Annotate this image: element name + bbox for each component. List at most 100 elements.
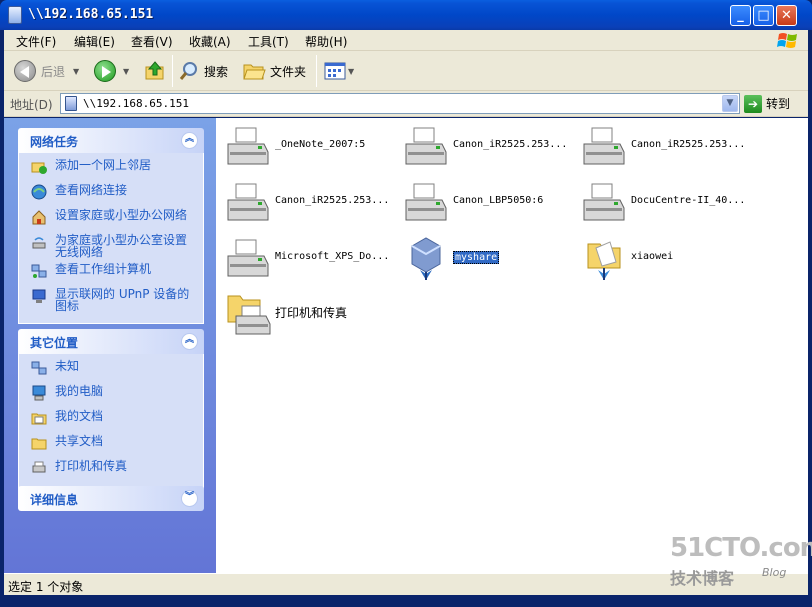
- address-dropdown-icon[interactable]: ▼: [722, 95, 738, 112]
- printer-icon: [405, 183, 447, 221]
- network-tasks-list: 添加一个网上邻居 查看网络连接 设置家庭或小型办公网络 为家庭或小型办公室设置无…: [18, 153, 204, 324]
- shared-documents-icon: [31, 438, 47, 450]
- place-printers[interactable]: 打印机和传真: [19, 460, 203, 480]
- network-icon: [31, 361, 47, 375]
- search-button[interactable]: 搜索: [178, 57, 228, 85]
- file-label-selected: myshare: [453, 251, 500, 264]
- task-view-workgroup[interactable]: 查看工作组计算机: [19, 263, 203, 283]
- back-dropdown-icon[interactable]: ▼: [73, 67, 79, 76]
- file-item-printers-folder[interactable]: 打印机和传真: [218, 286, 394, 340]
- printer-icon: [227, 239, 269, 277]
- folders-label: 文件夹: [270, 64, 307, 79]
- watermark-blog: Blog: [762, 566, 787, 579]
- task-label: 查看工作组计算机: [55, 262, 152, 276]
- file-item-printer[interactable]: Microsoft_XPS_Do...: [218, 230, 394, 284]
- file-item-printer[interactable]: DocuCentre-II_40...: [574, 174, 750, 228]
- place-shared-documents[interactable]: 共享文档: [19, 435, 203, 455]
- maximize-button[interactable]: □: [753, 5, 774, 26]
- window-bottom-edge: [0, 595, 812, 607]
- printer-icon: [227, 183, 269, 221]
- forward-button[interactable]: ▼: [94, 57, 129, 85]
- file-label: 打印机和传真: [275, 306, 348, 320]
- menu-favorites[interactable]: 收藏(A): [189, 33, 231, 50]
- explorer-window: \\192.168.65.151 _ □ ✕ 文件(F) 编辑(E) 查看(V)…: [0, 0, 812, 607]
- window-title: \\192.168.65.151: [28, 7, 154, 22]
- menu-view[interactable]: 查看(V): [131, 33, 173, 50]
- menu-help[interactable]: 帮助(H): [305, 33, 347, 50]
- menu-tools[interactable]: 工具(T): [248, 33, 289, 50]
- task-label: 为家庭或小型办公室设置无线网络: [55, 233, 188, 259]
- views-dropdown-icon[interactable]: ▼: [348, 67, 354, 76]
- menu-file[interactable]: 文件(F): [16, 33, 56, 50]
- folder-content: _OneNote_2007:5 Canon_iR2525.253... Cano…: [216, 118, 808, 573]
- file-item-share-selected[interactable]: myshare: [396, 230, 572, 284]
- network-connections-icon: [31, 184, 47, 200]
- place-my-documents[interactable]: 我的文档: [19, 410, 203, 430]
- close-button[interactable]: ✕: [776, 5, 797, 26]
- other-places-list: 未知 我的电脑 我的文档 共享文档 打印机和传真: [18, 354, 204, 492]
- menu-edit[interactable]: 编辑(E): [74, 33, 115, 50]
- forward-dropdown-icon[interactable]: ▼: [123, 67, 129, 76]
- folders-button[interactable]: 文件夹: [242, 57, 306, 85]
- network-tasks-header[interactable]: 网络任务 ︽: [18, 128, 204, 153]
- file-label: Canon_iR2525.253...: [275, 195, 390, 206]
- address-label: 地址(D): [10, 98, 53, 112]
- printer-icon: [227, 127, 269, 165]
- go-button[interactable]: ➔ 转到: [744, 93, 790, 114]
- watermark: 51CTO.com 技术博客 Blog: [666, 533, 812, 593]
- place-my-computer[interactable]: 我的电脑: [19, 385, 203, 405]
- search-label: 搜索: [204, 64, 229, 79]
- other-places-panel: 其它位置 ︽ 未知 我的电脑 我的文档 共享文档 打印机和传真: [18, 329, 204, 492]
- views-button[interactable]: ▼: [324, 57, 354, 85]
- task-label: 添加一个网上邻居: [55, 158, 152, 172]
- title-bar[interactable]: \\192.168.65.151 _ □ ✕: [0, 0, 812, 30]
- go-arrow-icon: ➔: [744, 94, 762, 113]
- printer-icon: [583, 127, 625, 165]
- printers-folder-icon: [227, 295, 271, 335]
- status-text: 选定 1 个对象: [8, 580, 84, 594]
- file-item-printer[interactable]: Canon_iR2525.253...: [396, 118, 572, 172]
- file-item-printer[interactable]: Canon_LBP5050:6: [396, 174, 572, 228]
- other-places-header[interactable]: 其它位置 ︽: [18, 329, 204, 354]
- place-unknown[interactable]: 未知: [19, 360, 203, 380]
- file-label: Canon_iR2525.253...: [631, 139, 746, 150]
- task-setup-home-network[interactable]: 设置家庭或小型办公网络: [19, 209, 203, 229]
- address-value: \\192.168.65.151: [83, 97, 189, 110]
- minimize-button[interactable]: _: [730, 5, 751, 26]
- task-view-network-connections[interactable]: 查看网络连接: [19, 184, 203, 204]
- address-input[interactable]: \\192.168.65.151 ▼: [60, 93, 740, 114]
- task-label: 查看网络连接: [55, 183, 128, 197]
- file-item-printer[interactable]: _OneNote_2007:5: [218, 118, 394, 172]
- file-item-share[interactable]: xiaowei: [574, 230, 750, 284]
- folder-up-icon: [145, 61, 164, 80]
- my-documents-icon: [31, 413, 47, 425]
- file-item-printer[interactable]: Canon_iR2525.253...: [574, 118, 750, 172]
- network-folder-icon: [8, 6, 22, 24]
- folders-icon: [243, 64, 266, 80]
- task-add-network-place[interactable]: 添加一个网上邻居: [19, 159, 203, 179]
- collapse-icon[interactable]: ︽: [181, 333, 198, 350]
- go-label: 转到: [766, 97, 791, 111]
- address-bar: 地址(D) \\192.168.65.151 ▼ ➔ 转到: [4, 91, 808, 117]
- collapse-icon[interactable]: ︽: [181, 132, 198, 149]
- file-label: _OneNote_2007:5: [275, 139, 366, 150]
- file-label: Canon_LBP5050:6: [453, 195, 544, 206]
- toolbar-separator: [172, 55, 173, 87]
- back-button[interactable]: 后退 ▼: [14, 57, 79, 85]
- task-show-upnp[interactable]: 显示联网的 UPnP 设备的图标: [19, 288, 203, 312]
- network-tasks-panel: 网络任务 ︽ 添加一个网上邻居 查看网络连接 设置家庭或小型办公网络 为家庭或小…: [18, 128, 204, 324]
- place-label: 打印机和传真: [55, 459, 128, 473]
- forward-arrow-icon: [94, 60, 116, 82]
- place-label: 我的文档: [55, 409, 104, 423]
- task-label: 显示联网的 UPnP 设备的图标: [55, 287, 190, 313]
- file-label: xiaowei: [631, 251, 674, 262]
- file-label: Microsoft_XPS_Do...: [275, 251, 390, 262]
- place-label: 我的电脑: [55, 384, 104, 398]
- panel-title: 网络任务: [30, 135, 79, 149]
- file-item-printer[interactable]: Canon_iR2525.253...: [218, 174, 394, 228]
- back-label: 后退: [41, 64, 66, 79]
- details-header[interactable]: 详细信息 ︾: [18, 486, 204, 511]
- up-button[interactable]: [144, 57, 166, 85]
- task-setup-wireless-network[interactable]: 为家庭或小型办公室设置无线网络: [19, 234, 203, 258]
- expand-icon[interactable]: ︾: [181, 490, 198, 507]
